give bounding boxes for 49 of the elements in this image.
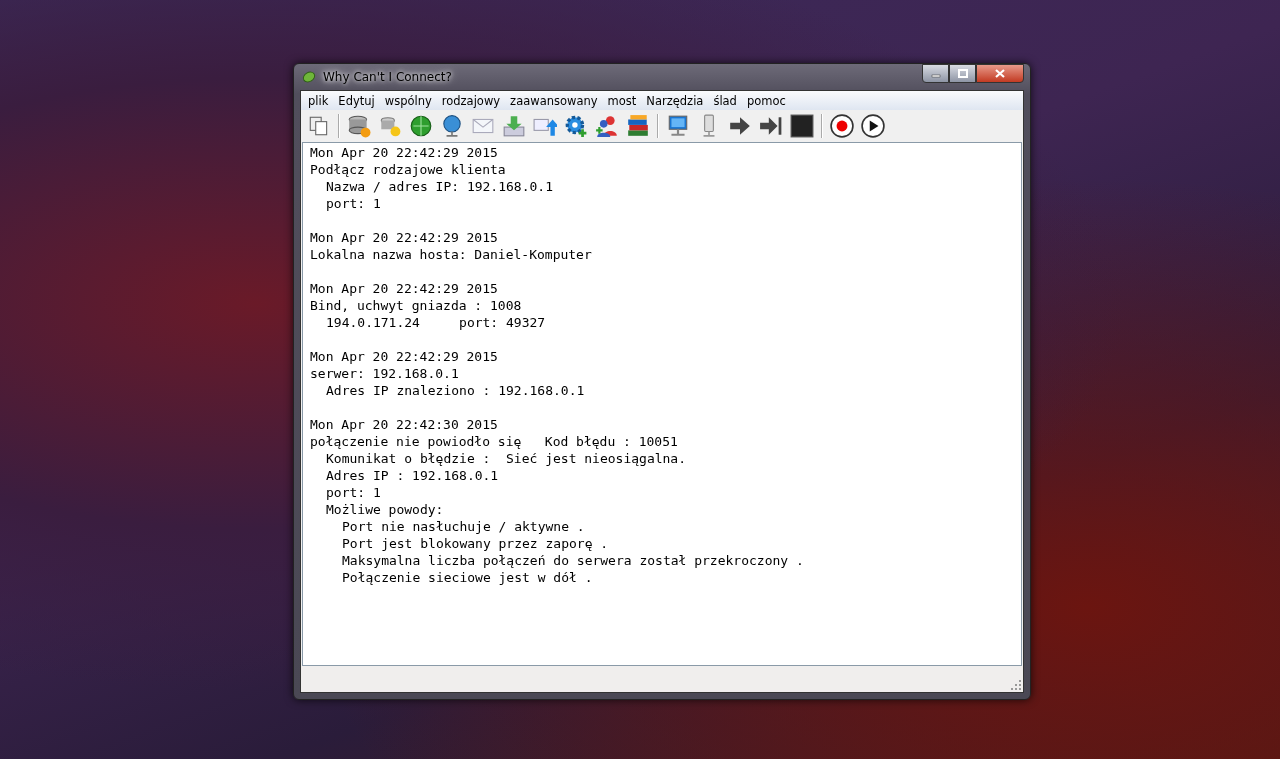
log-line: Port jest blokowany przez zaporę . [342, 535, 610, 552]
menu-item[interactable]: pomoc [741, 93, 791, 108]
log-line: połączenie nie powiodło się Kod błędu : 10051 [310, 433, 679, 450]
skip-to-end-icon[interactable] [759, 114, 783, 138]
minimize-button[interactable] [922, 64, 949, 83]
window-title: Why Can't I Connect? [323, 70, 452, 84]
log-line: serwer: 192.168.0.1 [310, 365, 460, 382]
close-icon [995, 69, 1005, 78]
log-line: port: 1 [326, 484, 382, 501]
log-line: Połączenie sieciowe jest w dół . [342, 569, 594, 586]
menu-item[interactable]: plik [303, 93, 334, 108]
log-line: Adres IP : 192.168.0.1 [326, 467, 500, 484]
log-timestamp: Mon Apr 20 22:42:29 2015 [310, 348, 499, 365]
menu-item[interactable]: rodzajowy [436, 93, 506, 108]
globe-icon[interactable] [440, 114, 464, 138]
log-line: Bind, uchwyt gniazda : 1008 [310, 297, 523, 314]
log-line: Port nie nasłuchuje / aktywne . [342, 518, 586, 535]
computer-icon[interactable] [666, 114, 690, 138]
log-line: Adres IP znaleziono : 192.168.0.1 [326, 382, 586, 399]
menu-item[interactable]: Edytuj [333, 93, 380, 108]
menu-item[interactable]: ślad [708, 93, 742, 108]
log-timestamp: Mon Apr 20 22:42:29 2015 [310, 229, 499, 246]
resize-grip-icon[interactable] [1011, 680, 1021, 690]
close-button[interactable] [976, 64, 1024, 83]
log-line: Maksymalna liczba połączeń do serwera został przekroczony . [342, 552, 805, 569]
globe-icon[interactable] [409, 114, 433, 138]
log-line: Lokalna nazwa hosta: Daniel-Komputer [310, 246, 593, 263]
database-icon[interactable] [347, 114, 371, 138]
books-icon[interactable] [626, 114, 650, 138]
record-icon[interactable] [830, 114, 854, 138]
log-timestamp: Mon Apr 20 22:42:29 2015 [310, 144, 499, 161]
log-line: 194.0.171.24 port: 49327 [326, 314, 547, 331]
log-timestamp: Mon Apr 20 22:42:30 2015 [310, 416, 499, 433]
log-line: Nazwa / adres IP: 192.168.0.1 [326, 178, 554, 195]
menu-item[interactable]: zaawansowany [505, 93, 603, 108]
stop-icon[interactable] [790, 114, 814, 138]
log-timestamp: Mon Apr 20 22:42:29 2015 [310, 280, 499, 297]
users-icon[interactable] [595, 114, 619, 138]
maximize-button[interactable] [949, 64, 976, 83]
maximize-icon [957, 69, 968, 78]
log-line: Podłącz rodzajowe klienta [310, 161, 507, 178]
log-line: port: 1 [326, 195, 382, 212]
menu-item[interactable]: Narzędzia [641, 93, 709, 108]
log-line: Możliwe powody: [326, 501, 445, 518]
gear-icon[interactable] [564, 114, 588, 138]
play-icon[interactable] [861, 114, 885, 138]
log-line: Komunikat o błędzie : Sieć jest nieosiągalna. [326, 450, 688, 467]
menu-item[interactable]: most [602, 93, 642, 108]
menu-item[interactable]: wspólny [379, 93, 437, 108]
